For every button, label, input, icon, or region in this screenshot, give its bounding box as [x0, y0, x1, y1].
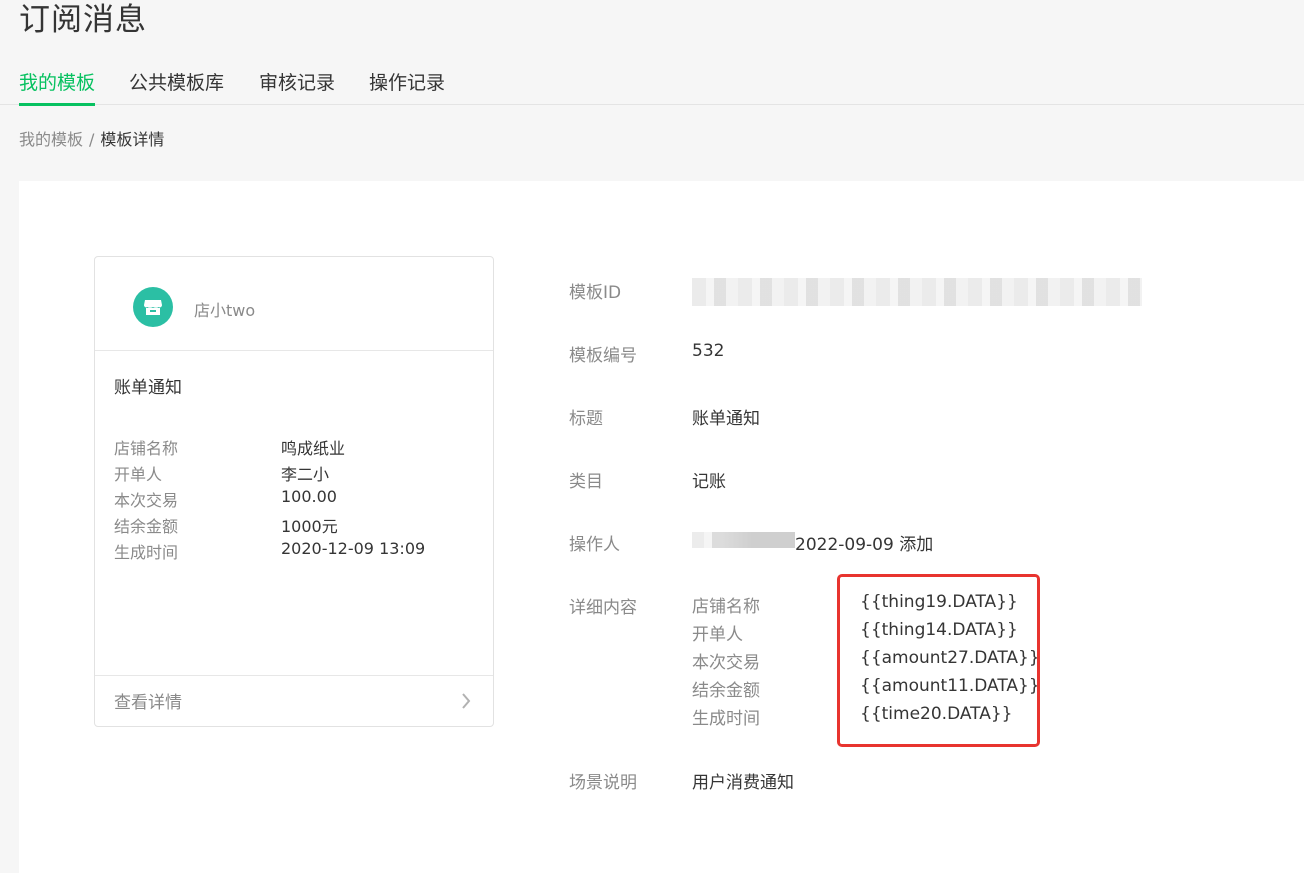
page-title: 订阅消息 [19, 2, 147, 38]
card-field-key: 店铺名称 [114, 439, 179, 458]
title-label: 标题 [569, 409, 603, 429]
card-title: 账单通知 [114, 378, 182, 398]
template-no-label: 模板编号 [569, 346, 637, 366]
template-id-value-redacted [692, 278, 1142, 306]
content-label: 详细内容 [569, 598, 637, 618]
operator-action: 2022-09-09 添加 [795, 535, 934, 555]
chevron-right-icon [462, 693, 471, 709]
template-preview-card: 店小two 账单通知 店铺名称 鸣成纸业 开单人 李二小 本次交易 100.00… [94, 256, 494, 727]
breadcrumb-parent-link[interactable]: 我的模板 [19, 130, 83, 149]
shop-name: 店小two [194, 301, 256, 320]
card-field-key: 开单人 [114, 465, 163, 484]
card-field-value: 2020-12-09 13:09 [281, 539, 426, 558]
card-field-list: 店铺名称 鸣成纸业 开单人 李二小 本次交易 100.00 结余金额 1000元… [114, 435, 474, 565]
tab-review-records[interactable]: 审核记录 [259, 68, 335, 105]
content-key: 店铺名称 [692, 597, 760, 617]
card-field-row: 生成时间 2020-12-09 13:09 [114, 539, 474, 565]
breadcrumb-separator: / [89, 130, 95, 149]
operator-label: 操作人 [569, 535, 620, 555]
scene-label: 场景说明 [569, 773, 637, 793]
tab-bar: 我的模板 公共模板库 审核记录 操作记录 [0, 62, 1304, 106]
card-field-row: 本次交易 100.00 [114, 487, 474, 513]
card-field-key: 生成时间 [114, 543, 179, 562]
card-field-value: 李二小 [281, 465, 330, 484]
view-details-link[interactable]: 查看详情 [95, 675, 493, 726]
content-key: 生成时间 [692, 709, 760, 729]
category-value: 记账 [692, 472, 726, 492]
content-key: 本次交易 [692, 653, 760, 673]
card-header: 店小two [95, 257, 493, 351]
card-field-row: 结余金额 1000元 [114, 513, 474, 539]
breadcrumb: 我的模板 / 模板详情 [19, 126, 164, 150]
annotation-highlight-box [837, 574, 1040, 747]
template-no-value: 532 [692, 341, 725, 361]
card-field-value: 100.00 [281, 487, 337, 506]
card-field-value: 1000元 [281, 517, 338, 536]
card-field-value: 鸣成纸业 [281, 439, 346, 458]
breadcrumb-current: 模板详情 [100, 130, 165, 149]
tab-public-library[interactable]: 公共模板库 [129, 68, 224, 105]
detail-panel: 店小two 账单通知 店铺名称 鸣成纸业 开单人 李二小 本次交易 100.00… [19, 181, 1304, 873]
template-id-label: 模板ID [569, 283, 622, 303]
category-label: 类目 [569, 472, 603, 492]
view-details-label: 查看详情 [114, 693, 182, 713]
avatar [133, 287, 173, 327]
title-value: 账单通知 [692, 409, 760, 429]
tab-operation-records[interactable]: 操作记录 [369, 68, 445, 105]
content-key: 开单人 [692, 625, 743, 645]
operator-name-redacted [692, 532, 795, 548]
shop-icon [144, 300, 162, 315]
card-field-key: 结余金额 [114, 517, 179, 536]
card-field-key: 本次交易 [114, 491, 179, 510]
card-field-row: 店铺名称 鸣成纸业 [114, 435, 474, 461]
tab-my-templates[interactable]: 我的模板 [19, 68, 96, 106]
content-key: 结余金额 [692, 681, 760, 701]
scene-value: 用户消费通知 [692, 773, 794, 793]
card-field-row: 开单人 李二小 [114, 461, 474, 487]
